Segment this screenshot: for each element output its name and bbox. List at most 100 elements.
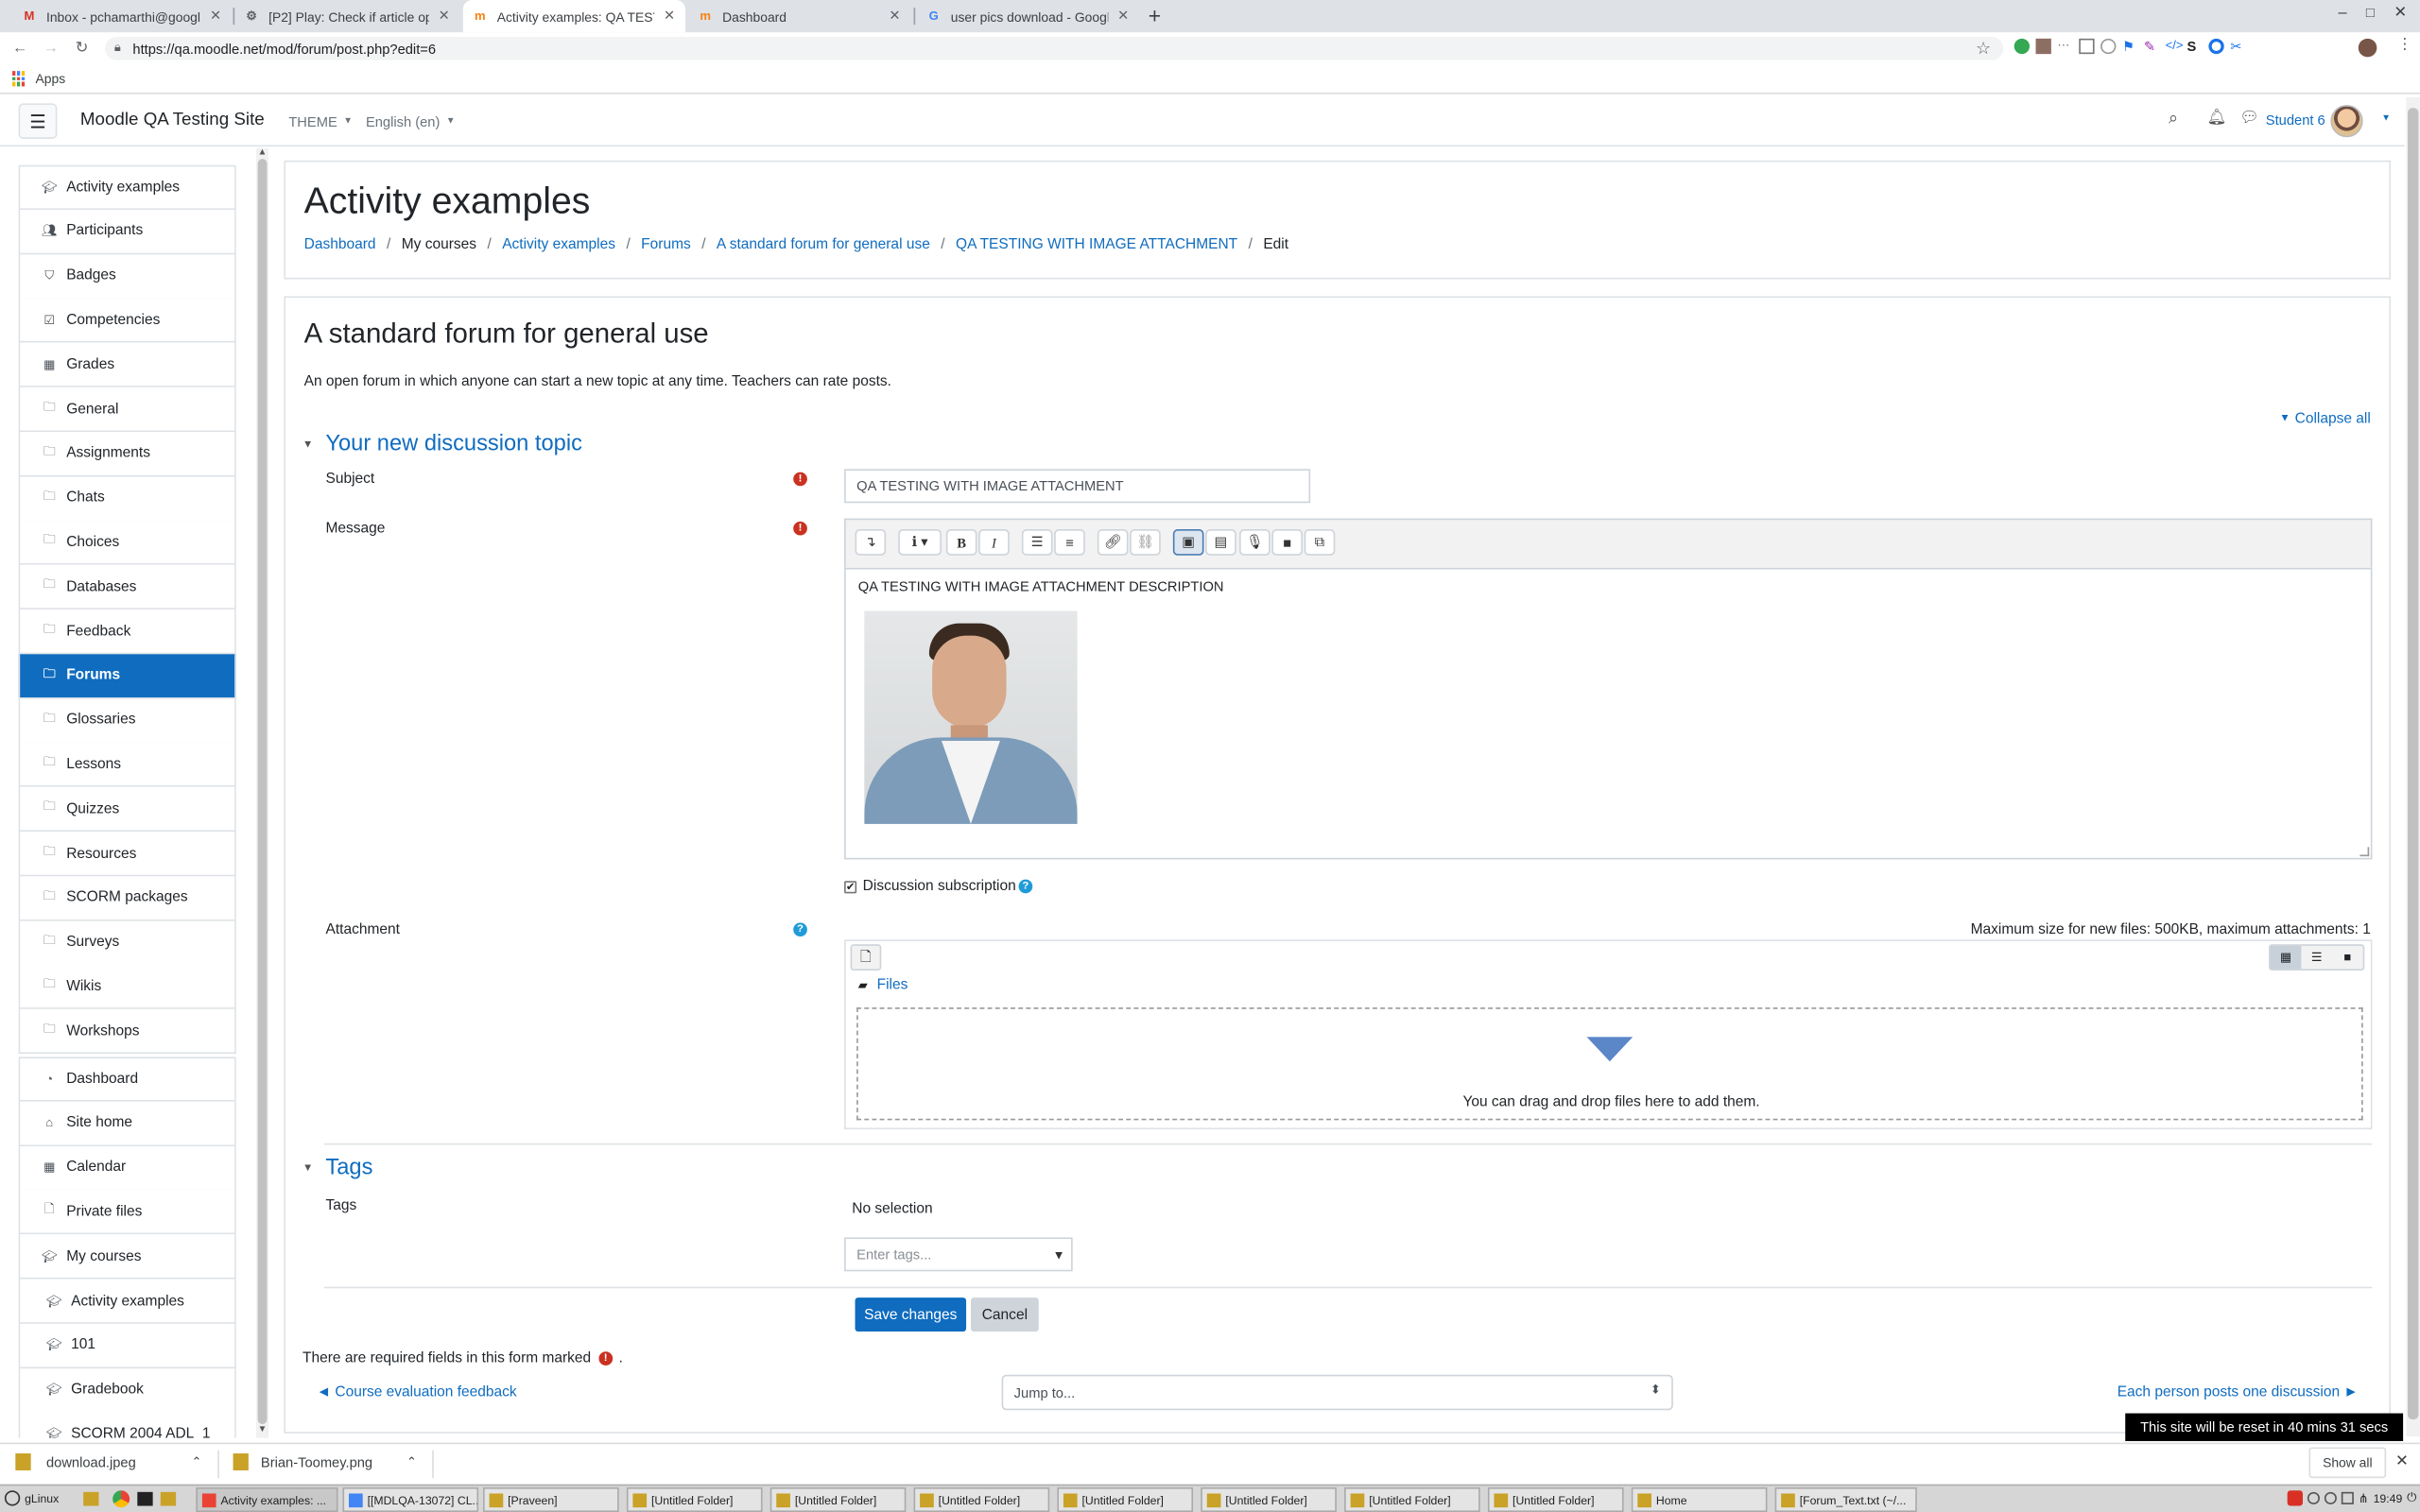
tray-icon[interactable] — [2287, 1490, 2303, 1506]
caret-down-icon[interactable]: ▼ — [2381, 114, 2391, 124]
apps-bookmark[interactable]: Apps — [36, 71, 66, 86]
chevron-up-icon[interactable]: ⌃ — [406, 1455, 417, 1469]
show-all-downloads-button[interactable]: Show all — [2308, 1447, 2387, 1479]
taskbar-window[interactable]: [Untitled Folder] — [769, 1486, 907, 1512]
extension-icon[interactable] — [2079, 38, 2095, 55]
taskbar-window[interactable]: [Praveen] — [483, 1486, 619, 1512]
link-icon[interactable]: 🔗︎ — [1097, 529, 1129, 556]
sidebar-item-grades[interactable]: ▦ Grades — [18, 342, 236, 388]
caret-down-icon[interactable]: ▼ — [1053, 1248, 1065, 1263]
previous-activity-link[interactable]: ◄ Course evaluation feedback — [317, 1384, 517, 1401]
section-discussion-toggle[interactable]: ▼ Your new discussion topic — [302, 432, 582, 456]
maximize-window-icon[interactable]: □ — [2366, 5, 2375, 20]
scroll-up-arrow-icon[interactable]: ▲ — [258, 148, 268, 158]
sidebar-item-assignments[interactable]: 🗀 Assignments — [18, 431, 236, 477]
extension-icon[interactable]: ✎ — [2144, 39, 2159, 54]
tags-input[interactable]: Enter tags... ▼ — [844, 1237, 1073, 1272]
close-tab-icon[interactable]: ✕ — [664, 8, 676, 25]
files-folder-link[interactable]: ▰ Files — [858, 976, 908, 993]
forward-arrow-icon[interactable]: → — [40, 37, 61, 59]
terminal-launcher-icon[interactable] — [137, 1491, 153, 1506]
address-bar[interactable]: 🔒︎ https://qa.moodle.net/mod/forum/post.… — [105, 37, 2004, 60]
cancel-button[interactable]: Cancel — [970, 1297, 1039, 1332]
browser-tab-dashboard[interactable]: m Dashboard ✕ — [688, 0, 910, 32]
profile-avatar[interactable] — [2358, 38, 2377, 58]
sidebar-item-glossaries[interactable]: 🗀 Glossaries — [18, 697, 236, 744]
sidebar-item-quizzes[interactable]: 🗀 Quizzes — [18, 786, 236, 833]
chrome-launcher-icon[interactable] — [112, 1490, 130, 1508]
close-tab-icon[interactable]: ✕ — [439, 8, 451, 25]
start-menu[interactable]: gLinux — [4, 1490, 59, 1506]
file-drop-zone[interactable]: You can drag and drop files here to add … — [856, 1007, 2363, 1121]
sidebar-item-activity-examples[interactable]: 🎓︎ Activity examples — [18, 164, 236, 211]
taskbar-window[interactable]: [Forum_Text.txt (~/... — [1774, 1486, 1917, 1512]
taskbar-window[interactable]: [Untitled Folder] — [1057, 1486, 1194, 1512]
folder-launcher-icon[interactable] — [160, 1491, 177, 1506]
download-item[interactable]: download.jpeg ⌃ — [15, 1453, 202, 1470]
breadcrumb-item[interactable]: A standard forum for general use — [717, 236, 930, 253]
sidebar-item-private-files[interactable]: 🗋 Private files — [18, 1190, 236, 1235]
scroll-down-arrow-icon[interactable]: ▼ — [258, 1426, 268, 1435]
close-tab-icon[interactable]: ✕ — [889, 8, 901, 25]
record-video-icon[interactable]: ■ — [1271, 529, 1303, 556]
sidebar-item-101[interactable]: 🎓︎ 101 — [18, 1323, 236, 1368]
help-icon[interactable]: ? — [1018, 879, 1033, 894]
download-item[interactable]: Brian-Toomey.png ⌃ — [233, 1453, 417, 1470]
taskbar-window[interactable]: Activity examples: ... — [196, 1486, 338, 1512]
discussion-subscription[interactable]: ✔ Discussion subscription — [844, 878, 1016, 895]
save-changes-button[interactable]: Save changes — [855, 1297, 967, 1332]
file-manager-launcher-icon[interactable] — [83, 1491, 99, 1506]
sidebar-item-scorm-packages[interactable]: 🗀 SCORM packages — [18, 876, 236, 921]
sidebar-item-scorm-2004-adl-1[interactable]: 🎓︎ SCORM 2004 ADL_1 — [18, 1412, 236, 1438]
record-audio-icon[interactable]: 🎙︎ — [1239, 529, 1270, 556]
ordered-list-icon[interactable]: ≡ — [1054, 529, 1085, 556]
tray-icon[interactable] — [2307, 1491, 2320, 1504]
manage-files-icon[interactable]: ⧉ — [1304, 529, 1336, 556]
sidebar-item-databases[interactable]: 🗀 Databases — [18, 564, 236, 610]
browser-tab-play[interactable]: ⚙ [P2] Play: Check if article op ✕ — [234, 0, 459, 32]
chevron-up-icon[interactable]: ⌃ — [192, 1455, 202, 1469]
close-downloads-icon[interactable]: ✕ — [2395, 1453, 2409, 1470]
site-name[interactable]: Moodle QA Testing Site — [80, 112, 265, 130]
drawer-scrollbar-thumb[interactable] — [257, 159, 268, 1424]
sidebar-item-workshops[interactable]: 🗀 Workshops — [18, 1009, 236, 1055]
next-activity-link[interactable]: Each person posts one discussion ► — [2118, 1384, 2359, 1401]
extension-icon[interactable]: S — [2187, 39, 2203, 54]
taskbar-window[interactable]: [Untitled Folder] — [1201, 1486, 1337, 1512]
list-view-icon[interactable]: ☰ — [2301, 946, 2332, 969]
tray-icon[interactable] — [2341, 1491, 2354, 1504]
reload-icon[interactable]: ↻ — [71, 37, 93, 59]
embedded-portrait-image[interactable] — [864, 610, 1078, 824]
info-style-icon[interactable]: ℹ ▾ — [898, 529, 942, 556]
sidebar-item-resources[interactable]: 🗀 Resources — [18, 832, 236, 877]
subscription-checkbox[interactable]: ✔ — [844, 880, 857, 893]
collapse-icon[interactable]: ↴ — [855, 529, 887, 556]
close-tab-icon[interactable]: ✕ — [210, 8, 222, 25]
extension-icon[interactable] — [2014, 38, 2031, 55]
extension-icon[interactable] — [2035, 38, 2051, 55]
jump-to-select[interactable]: Jump to... ⬍ — [1001, 1374, 1673, 1411]
sidebar-item-dashboard[interactable]: ◔ Dashboard — [18, 1057, 236, 1102]
search-icon[interactable]: ⌕ — [2169, 110, 2178, 129]
message-editor[interactable]: QA TESTING WITH IMAGE ATTACHMENT DESCRIP… — [844, 567, 2373, 860]
sidebar-item-competencies[interactable]: ☑ Competencies — [18, 298, 236, 344]
tray-icon[interactable] — [2324, 1491, 2337, 1504]
resize-handle-icon[interactable] — [2360, 847, 2370, 857]
folder-view-icon[interactable]: ■ — [2332, 946, 2363, 969]
extension-icon[interactable] — [2100, 38, 2117, 55]
media-icon[interactable]: ▤ — [1205, 529, 1236, 556]
collapse-all-link[interactable]: ▼ Collapse all — [2279, 410, 2370, 427]
user-avatar[interactable] — [2330, 105, 2363, 138]
chrome-menu-icon[interactable]: ⋮ — [2397, 37, 2412, 54]
taskbar-window[interactable]: [Untitled Folder] — [913, 1486, 1050, 1512]
extension-icon[interactable]: </> — [2166, 39, 2184, 54]
browser-tab-inbox[interactable]: M Inbox - pchamarthi@google. ✕ — [12, 0, 232, 32]
italic-icon[interactable]: I — [978, 529, 1010, 556]
user-name[interactable]: Student 6 — [2266, 112, 2325, 128]
sidebar-item-site-home[interactable]: ⌂ Site home — [18, 1101, 236, 1146]
taskbar-window[interactable]: Home — [1631, 1486, 1768, 1512]
browser-tab-activity-examples[interactable]: m Activity examples: QA TESTI ✕ — [462, 0, 685, 33]
unlink-icon[interactable]: ⛓ — [1130, 529, 1161, 556]
sidebar-item-wikis[interactable]: 🗀 Wikis — [18, 965, 236, 1010]
back-arrow-icon[interactable]: ← — [9, 37, 31, 59]
